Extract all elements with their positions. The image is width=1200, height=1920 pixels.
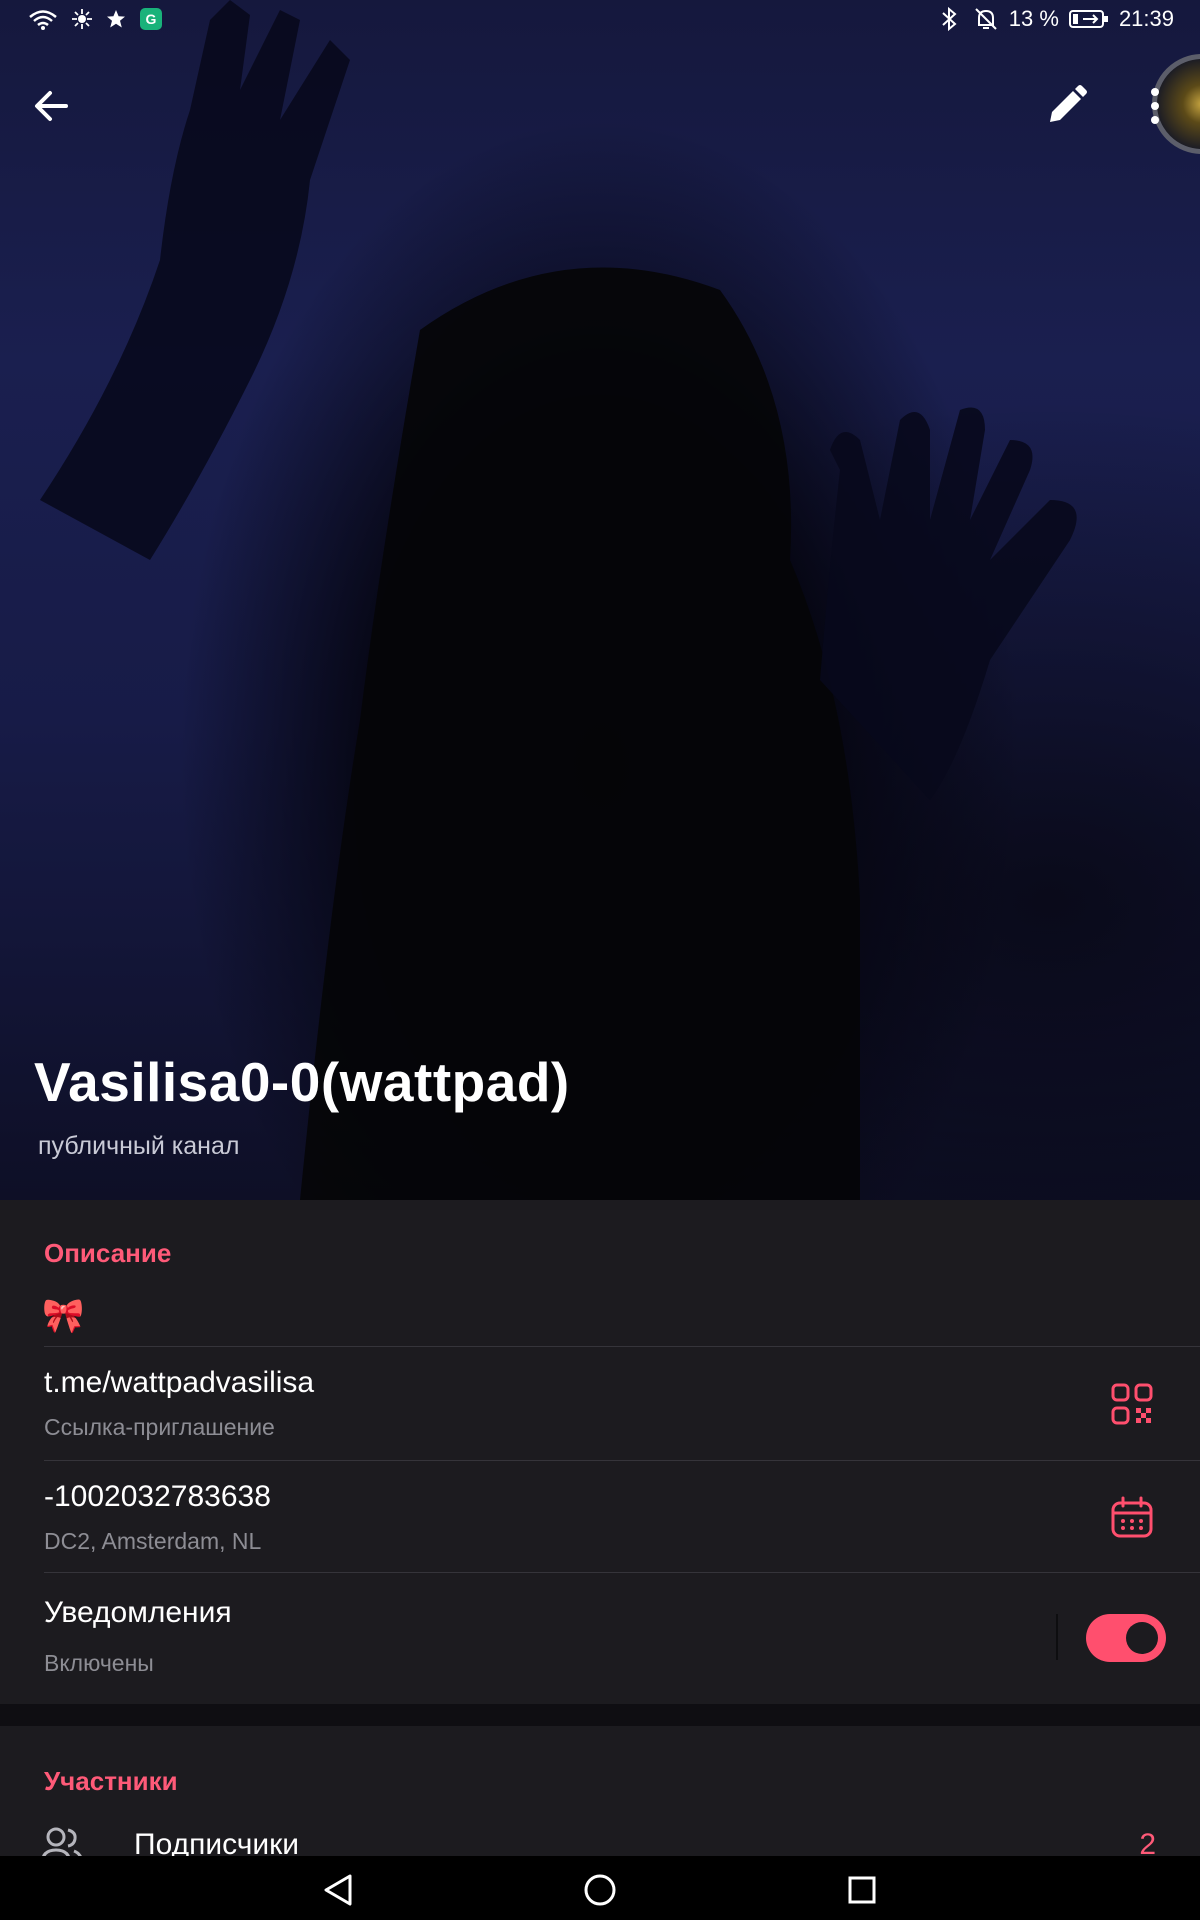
nav-back-icon[interactable] <box>318 1870 358 1910</box>
members-heading: Участники <box>44 1766 178 1796</box>
description-text: 🎀 <box>42 1297 85 1335</box>
status-bar: G 13 % 21:39 <box>0 0 1200 44</box>
star-icon <box>107 10 125 28</box>
datacenter-label: DC2, Amsterdam, NL <box>44 1528 262 1554</box>
grammarly-icon: G <box>140 8 162 30</box>
bluetooth-icon <box>942 6 957 32</box>
battery-icon <box>1068 10 1108 28</box>
notifications-toggle[interactable] <box>1086 1614 1166 1662</box>
edit-pencil-button[interactable] <box>1040 80 1092 132</box>
more-options-button[interactable] <box>1140 76 1170 136</box>
channel-id-row[interactable]: -1002032783638 DC2, Amsterdam, NL <box>0 1460 1200 1572</box>
qr-code-icon[interactable] <box>1110 1382 1154 1426</box>
toggle-separator <box>1056 1614 1058 1660</box>
channel-photo: G 13 % 21:39 Vasilisa0-0(wattpad) публич… <box>0 0 1200 1200</box>
invite-link-label: Ссылка-приглашение <box>44 1414 275 1440</box>
system-nav-bar <box>0 1856 1200 1920</box>
bell-off-icon <box>975 8 997 30</box>
back-button[interactable] <box>26 80 78 132</box>
nav-home-icon[interactable] <box>580 1870 620 1910</box>
wifi-icon <box>29 10 57 30</box>
notifications-title: Уведомления <box>44 1596 232 1629</box>
calendar-icon[interactable] <box>1110 1496 1154 1540</box>
invite-link-value[interactable]: t.me/wattpadvasilisa <box>44 1366 314 1400</box>
channel-type-label: публичный канал <box>38 1132 240 1160</box>
notifications-row[interactable]: Уведомления Включены <box>0 1572 1200 1704</box>
toggle-knob <box>1126 1622 1158 1654</box>
notifications-status: Включены <box>44 1650 154 1676</box>
section-separator <box>0 1704 1200 1726</box>
channel-id-value[interactable]: -1002032783638 <box>44 1480 271 1514</box>
nav-recents-icon[interactable] <box>842 1870 882 1910</box>
battery-percent: 13 % <box>1008 6 1059 31</box>
invite-link-row[interactable]: t.me/wattpadvasilisa Ссылка-приглашение <box>0 1346 1200 1460</box>
photo-silhouette <box>40 0 1077 1200</box>
clock: 21:39 <box>1118 6 1174 31</box>
description-heading: Описание <box>44 1238 172 1268</box>
channel-title: Vasilisa0-0(wattpad) <box>34 1051 570 1113</box>
sun-icon <box>72 9 92 29</box>
